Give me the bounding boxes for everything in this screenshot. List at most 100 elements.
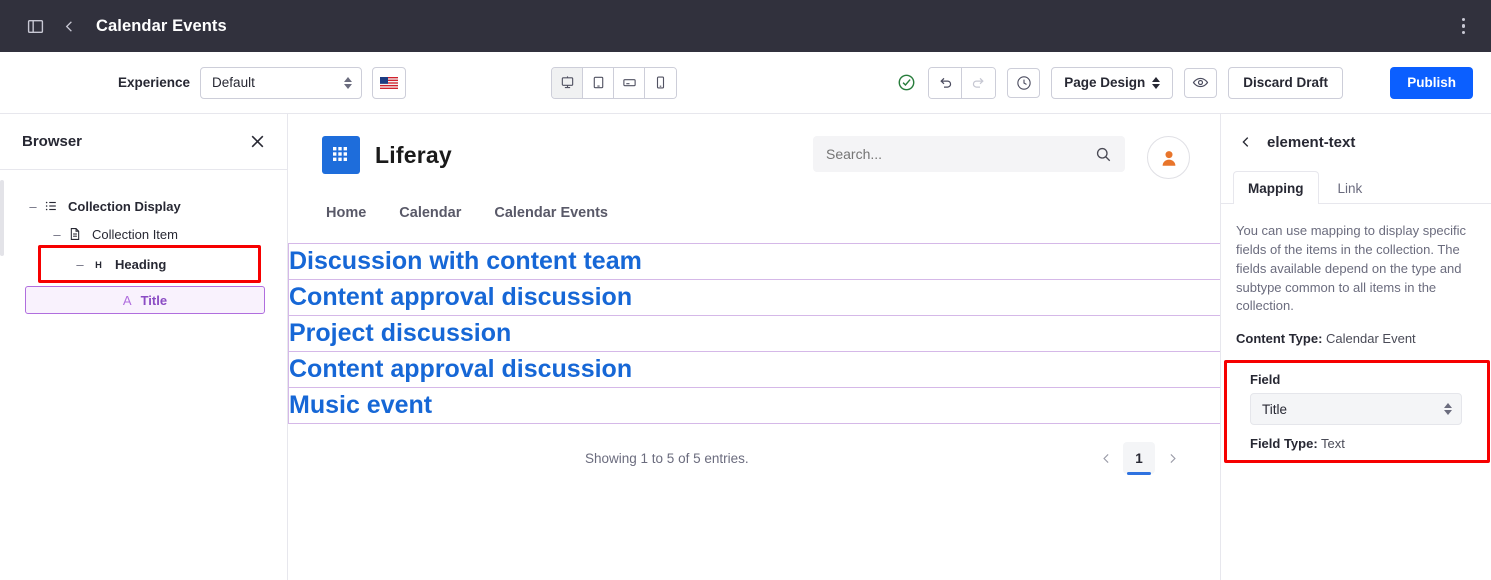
entry-row[interactable]: Music event bbox=[288, 387, 1220, 424]
field-section: Field Title Field Type: Text bbox=[1224, 360, 1490, 464]
tree-item-collection-display[interactable]: – Collection Display bbox=[0, 192, 287, 220]
discard-draft-button[interactable]: Discard Draft bbox=[1228, 66, 1343, 99]
panel-title: element-text bbox=[1267, 133, 1356, 151]
experience-select-value: Default bbox=[212, 75, 255, 90]
entry-row[interactable]: Content approval discussion bbox=[288, 279, 1220, 315]
page-design-label: Page Design bbox=[1064, 75, 1146, 90]
sidebar-header: Browser bbox=[0, 114, 287, 170]
chevron-updown-icon bbox=[1152, 76, 1161, 89]
pagination-bar: Showing 1 to 5 of 5 entries. 1 bbox=[575, 424, 1220, 475]
editor-toolbar: Experience Default Page Design Discard D… bbox=[0, 52, 1491, 114]
user-avatar-icon[interactable] bbox=[1147, 136, 1190, 179]
redo-icon[interactable] bbox=[962, 67, 996, 98]
device-desktop-button[interactable] bbox=[552, 67, 583, 98]
experience-group: Experience Default bbox=[0, 66, 407, 99]
chevron-left-icon[interactable] bbox=[1092, 444, 1120, 472]
mapping-panel: element-text Mapping Link You can use ma… bbox=[1220, 114, 1491, 580]
field-label: Field bbox=[1250, 372, 1281, 388]
field-type-row: Field Type: Text bbox=[1250, 436, 1462, 451]
chevron-right-icon[interactable] bbox=[1158, 444, 1186, 472]
page-design-button[interactable]: Page Design bbox=[1051, 66, 1174, 99]
page-canvas: Liferay Home Calendar Calendar E bbox=[288, 114, 1220, 580]
experience-label: Experience bbox=[118, 75, 191, 90]
experience-select[interactable]: Default bbox=[200, 66, 363, 99]
browser-sidebar: Browser – Collection Display – Collectio… bbox=[0, 114, 288, 580]
device-segmented-control bbox=[551, 66, 677, 99]
content-type-label: Content Type: bbox=[1236, 331, 1323, 347]
tree-item-collection-item[interactable]: – Collection Item bbox=[0, 220, 287, 248]
collapse-toggle-icon[interactable]: – bbox=[25, 199, 41, 214]
nav-link-calendar-events[interactable]: Calendar Events bbox=[494, 205, 608, 221]
search-input[interactable] bbox=[826, 146, 1095, 162]
undo-icon[interactable] bbox=[929, 67, 963, 98]
brand-name: Liferay bbox=[375, 141, 452, 168]
editor-body: Browser – Collection Display – Collectio… bbox=[0, 114, 1491, 580]
close-icon[interactable] bbox=[245, 130, 269, 154]
publish-label: Publish bbox=[1407, 75, 1456, 90]
nav-link-calendar[interactable]: Calendar bbox=[399, 205, 461, 221]
eye-icon[interactable] bbox=[1184, 67, 1218, 98]
liferay-logo-icon bbox=[322, 136, 360, 174]
document-icon bbox=[65, 227, 85, 241]
site-search-box[interactable] bbox=[813, 136, 1125, 172]
collapse-toggle-icon[interactable]: – bbox=[49, 227, 65, 242]
panel-tabs: Mapping Link bbox=[1221, 170, 1491, 204]
svg-text:H: H bbox=[95, 259, 102, 269]
kebab-menu-icon[interactable] bbox=[1452, 10, 1476, 43]
tree-item-title-selected[interactable]: A Title bbox=[25, 286, 265, 314]
clock-icon[interactable] bbox=[1007, 67, 1041, 98]
showing-entries-text: Showing 1 to 5 of 5 entries. bbox=[585, 450, 749, 466]
collapse-toggle-icon[interactable]: – bbox=[72, 257, 88, 272]
toolbar-actions: Page Design Discard Draft bbox=[897, 66, 1343, 99]
nav-link-home[interactable]: Home bbox=[326, 205, 366, 221]
entry-title-link[interactable]: Music event bbox=[289, 391, 1220, 420]
device-mobile-button[interactable] bbox=[645, 67, 676, 98]
heading-icon: H bbox=[88, 258, 108, 271]
sidebar-title: Browser bbox=[22, 133, 83, 150]
entry-row[interactable]: Content approval discussion bbox=[288, 351, 1220, 387]
list-icon bbox=[41, 199, 61, 213]
pagination-controls: 1 bbox=[1092, 442, 1186, 475]
device-landscape-button[interactable] bbox=[614, 67, 645, 98]
entry-title-link[interactable]: Content approval discussion bbox=[289, 283, 1220, 312]
collection-entries: Discussion with content team Content app… bbox=[288, 243, 1220, 424]
undo-redo-group bbox=[928, 66, 997, 99]
tree-item-heading[interactable]: – H Heading bbox=[0, 250, 287, 278]
tab-link[interactable]: Link bbox=[1323, 171, 1378, 204]
panel-body: You can use mapping to display specific … bbox=[1221, 204, 1491, 464]
content-type-row: Content Type: Calendar Event bbox=[1236, 331, 1476, 346]
entry-title-link[interactable]: Content approval discussion bbox=[289, 355, 1220, 384]
entry-title-link[interactable]: Project discussion bbox=[289, 319, 1220, 348]
content-type-value: Calendar Event bbox=[1326, 331, 1416, 347]
field-select-value: Title bbox=[1262, 401, 1288, 417]
back-button[interactable] bbox=[52, 9, 86, 43]
tab-mapping[interactable]: Mapping bbox=[1233, 171, 1319, 204]
page-number-1[interactable]: 1 bbox=[1123, 442, 1155, 475]
tree-item-heading-wrapper: – H Heading bbox=[0, 245, 287, 283]
field-type-value: Text bbox=[1321, 436, 1345, 452]
entry-row[interactable]: Discussion with content team bbox=[288, 243, 1220, 279]
chevron-left-icon[interactable] bbox=[1235, 131, 1257, 153]
search-icon[interactable] bbox=[1095, 146, 1112, 163]
entry-row[interactable]: Project discussion bbox=[288, 315, 1220, 351]
panel-toggle-icon[interactable] bbox=[18, 9, 52, 43]
field-select[interactable]: Title bbox=[1250, 393, 1462, 426]
tree-item-label: Collection Display bbox=[68, 198, 181, 214]
entry-title-link[interactable]: Discussion with content team bbox=[289, 247, 1220, 276]
check-circle-icon bbox=[897, 73, 917, 93]
tree-item-label: Heading bbox=[115, 256, 167, 272]
page-title: Calendar Events bbox=[96, 16, 227, 35]
discard-draft-label: Discard Draft bbox=[1243, 75, 1328, 90]
mapping-description: You can use mapping to display specific … bbox=[1236, 223, 1467, 314]
topbar-right-group bbox=[1452, 0, 1476, 52]
structure-tree: – Collection Display – Collection Item –… bbox=[0, 170, 287, 314]
chevron-updown-icon bbox=[344, 76, 353, 89]
device-tablet-button[interactable] bbox=[583, 67, 614, 98]
us-flag-icon[interactable] bbox=[372, 66, 407, 99]
chevron-updown-icon bbox=[1444, 403, 1452, 416]
publish-button[interactable]: Publish bbox=[1390, 66, 1473, 99]
site-brand[interactable]: Liferay bbox=[322, 136, 452, 174]
text-icon: A bbox=[122, 292, 132, 308]
app-topbar: Calendar Events bbox=[0, 0, 1491, 52]
panel-header: element-text bbox=[1221, 114, 1491, 170]
